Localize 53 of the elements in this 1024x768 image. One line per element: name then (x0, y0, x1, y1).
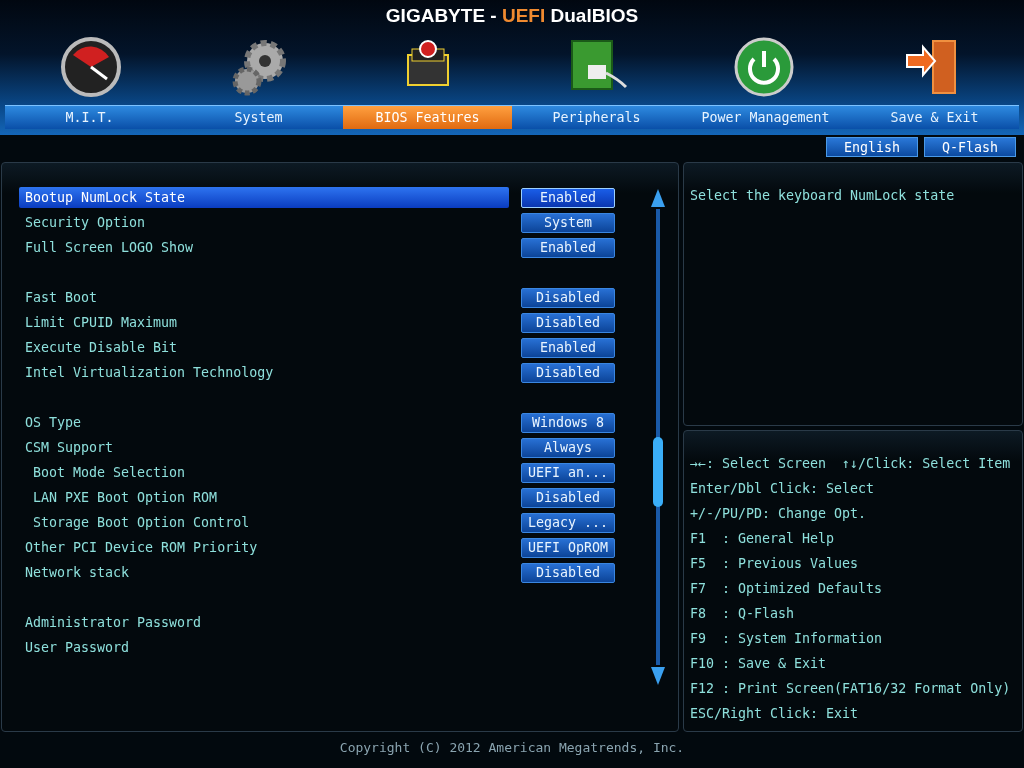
setting-label[interactable]: Execute Disable Bit (19, 337, 509, 358)
setting-value-button[interactable]: UEFI an... (521, 462, 615, 483)
setting-label[interactable]: User Password (19, 637, 509, 658)
setting-label[interactable]: Storage Boot Option Control (19, 512, 509, 533)
key-help-line: F8 : Q-Flash (690, 606, 796, 623)
setting-label[interactable]: LAN PXE Boot Option ROM (19, 487, 509, 508)
key-help-line: →←: Select Screen ↑↓/Click: Select Item (690, 456, 1012, 473)
copyright-text: Copyright (C) 2012 American Megatrends, Inc. (338, 740, 686, 755)
key-help-line: Enter/Dbl Click: Select (690, 481, 876, 498)
setting-value-button[interactable]: Disabled (521, 562, 615, 583)
setting-label[interactable]: Full Screen LOGO Show (19, 237, 509, 258)
setting-value-button[interactable]: Disabled (521, 287, 615, 308)
setting-label[interactable]: Boot Mode Selection (19, 462, 509, 483)
language-button[interactable]: English (826, 137, 918, 157)
scrollbar[interactable] (649, 187, 667, 687)
key-help-line: F9 : System Information (690, 631, 884, 648)
tab[interactable]: System (174, 106, 343, 129)
setting-value-button[interactable]: Enabled (521, 337, 615, 358)
tab[interactable]: Power Management (681, 106, 850, 129)
setting-value-button[interactable]: Always (521, 437, 615, 458)
setting-value-button[interactable]: Windows 8 (521, 412, 615, 433)
flash-button[interactable]: Q-Flash (924, 137, 1016, 157)
setting-label[interactable]: Fast Boot (19, 287, 509, 308)
key-help-line: +/-/PU/PD: Change Opt. (690, 506, 868, 523)
help-description: Select the keyboard NumLock state (690, 188, 956, 203)
setting-label[interactable]: Limit CPUID Maximum (19, 312, 509, 333)
key-help-line: F10 : Save & Exit (690, 656, 828, 673)
setting-value-button[interactable]: Disabled (521, 362, 615, 383)
setting-label[interactable]: CSM Support (19, 437, 509, 458)
setting-value-button[interactable]: Disabled (521, 487, 615, 508)
setting-label[interactable]: Administrator Password (19, 612, 509, 633)
key-help-line: F7 : Optimized Defaults (690, 581, 884, 598)
app-title: GIGABYTE - UEFI DualBIOS (385, 5, 639, 28)
setting-label[interactable]: Network stack (19, 562, 509, 583)
tab[interactable]: Peripherals (512, 106, 681, 129)
setting-label[interactable]: Other PCI Device ROM Priority (19, 537, 509, 558)
setting-value-button[interactable]: Enabled (521, 237, 615, 258)
setting-label[interactable]: Bootup NumLock State (19, 187, 509, 208)
key-help-line: F12 : Print Screen(FAT16/32 Format Only) (690, 681, 1012, 698)
tab[interactable]: M.I.T. (5, 106, 174, 129)
key-help-line: ESC/Right Click: Exit (690, 706, 860, 723)
setting-value-button[interactable]: Enabled (521, 187, 615, 208)
setting-label[interactable]: Security Option (19, 212, 509, 233)
tab[interactable]: Save & Exit (850, 106, 1019, 129)
setting-value-button[interactable]: System (521, 212, 615, 233)
setting-label[interactable]: Intel Virtualization Technology (19, 362, 509, 383)
setting-label[interactable]: OS Type (19, 412, 509, 433)
key-help-line: F5 : Previous Values (690, 556, 860, 573)
key-help-line: F1 : General Help (690, 531, 836, 548)
setting-value-button[interactable]: Legacy ... (521, 512, 615, 533)
setting-value-button[interactable]: Disabled (521, 312, 615, 333)
setting-value-button[interactable]: UEFI OpROM (521, 537, 615, 558)
gauge-icon[interactable] (59, 35, 124, 99)
